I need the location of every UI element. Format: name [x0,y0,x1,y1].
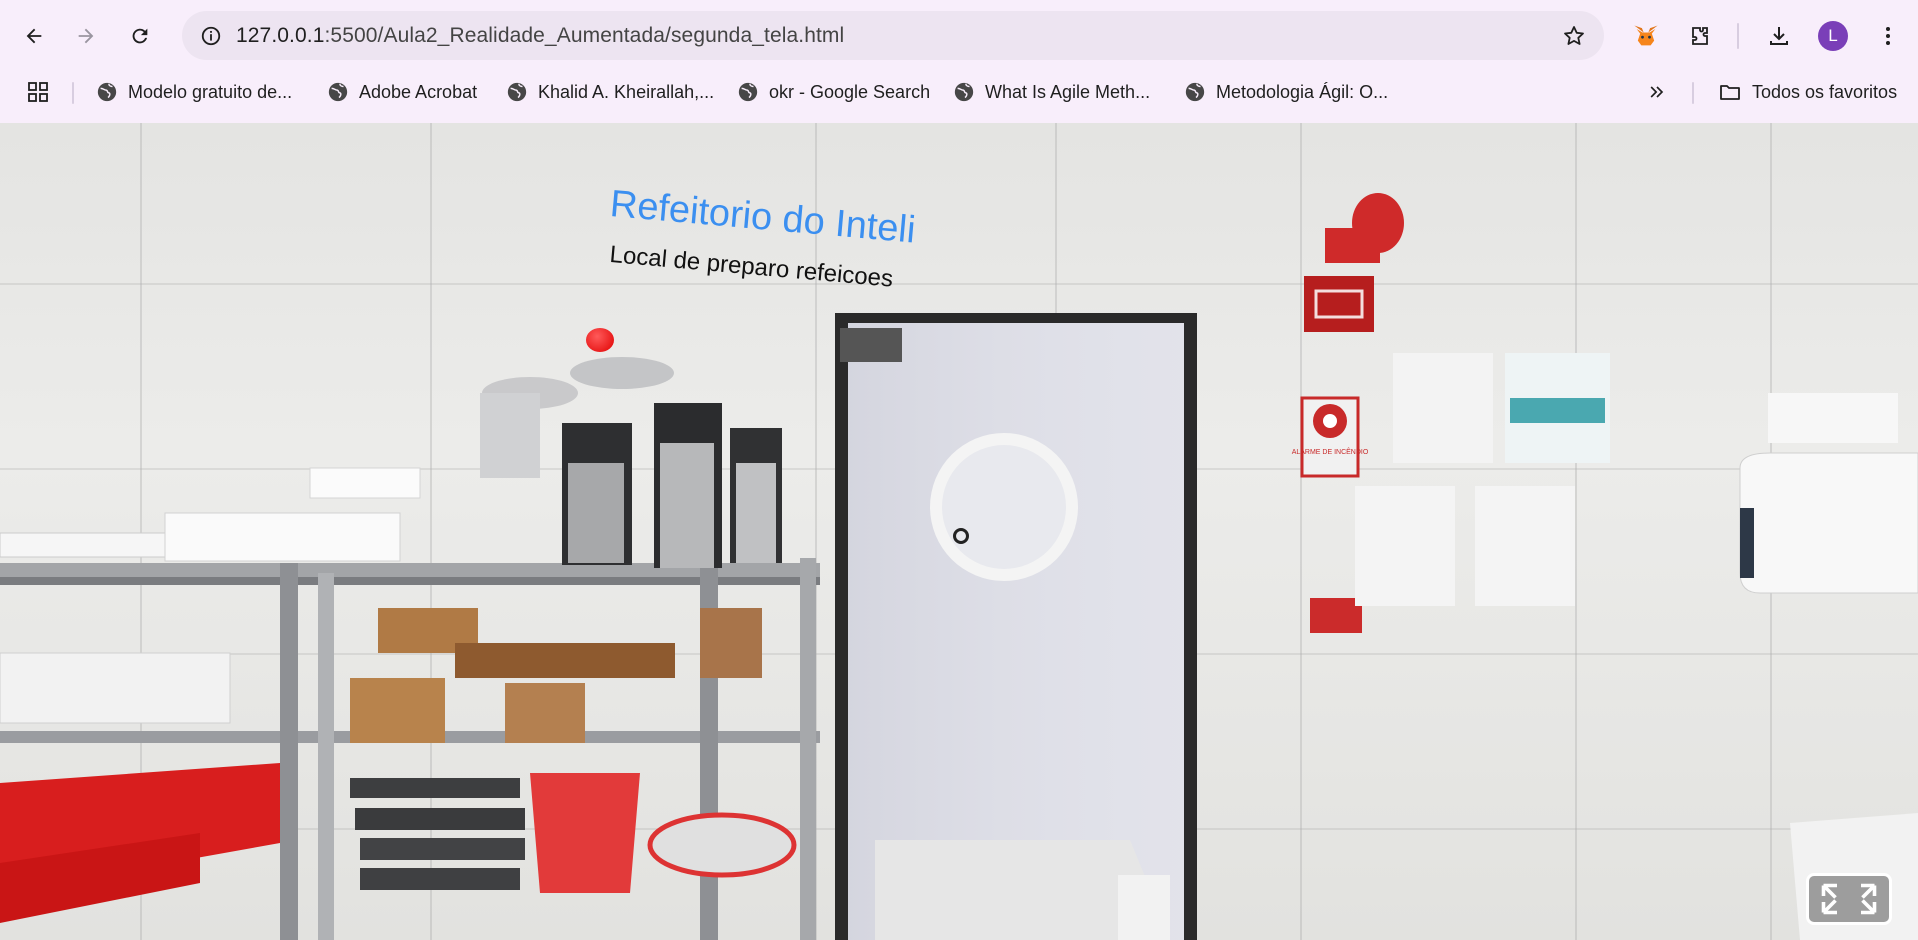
bookmark-label: Khalid A. Kheirallah,... [538,81,715,102]
arrow-right-icon [78,28,94,44]
bookmark-item[interactable]: Khalid A. Kheirallah,... [506,78,714,106]
download-icon [1770,27,1788,45]
arrow-left-icon [26,28,42,44]
more-bookmarks-button[interactable] [1647,78,1667,106]
bookmark-label: Modelo gratuito de... [128,81,293,102]
all-bookmarks-button[interactable]: Todos os favoritos [1718,78,1897,106]
reload-icon [132,28,148,44]
extensions-button[interactable] [1680,16,1720,56]
star-icon [1564,26,1584,45]
browser-menu-button[interactable] [1868,16,1908,56]
bookmarks-divider [72,82,74,104]
paper-towel-dispenser [1739,452,1918,940]
bookmark-item[interactable]: Modelo gratuito de... [96,78,292,106]
back-button[interactable] [14,16,54,56]
globe-icon [1185,82,1205,102]
bookmark-label: Metodologia Ágil: O... [1216,81,1389,102]
folder-icon [1720,85,1740,100]
bookmark-item[interactable]: Adobe Acrobat [327,78,477,106]
kebab-menu-icon [1886,27,1890,45]
profile-avatar[interactable]: L [1818,21,1848,51]
bookmark-label: What Is Agile Meth... [985,81,1151,102]
globe-icon [954,82,974,102]
reload-button[interactable] [120,16,160,56]
avatar-letter: L [1828,26,1838,45]
downloads-button[interactable] [1759,16,1799,56]
gaze-cursor [953,528,969,544]
bookmarks-bar: Modelo gratuito de... Adobe Acrobat Khal… [0,70,1918,112]
enter-vr-button[interactable] [1806,873,1892,925]
fullscreen-arrows-icon [1821,883,1877,915]
browser-chrome: 127.0.0.1:5500/Aula2_Realidade_Aumentada… [0,0,1918,123]
vr-scene-canvas[interactable]: ALARME DE INCÊNDIO Refeitorio do Inteli … [0,123,1918,940]
apps-button[interactable] [26,78,50,106]
bookmarks-divider [1692,82,1694,104]
address-bar[interactable]: 127.0.0.1:5500/Aula2_Realidade_Aumentada… [182,11,1604,60]
bookmark-label: okr - Google Search [769,81,931,102]
red-sphere-entity[interactable] [586,328,614,352]
site-info-button[interactable] [194,19,228,53]
bookmark-item[interactable]: okr - Google Search [737,78,930,106]
metamask-extension-button[interactable] [1626,16,1666,56]
url-host: 127.0.0.1 [236,24,325,47]
apps-grid-icon [28,82,48,102]
thermos-flasks [480,357,782,568]
globe-icon [507,82,527,102]
puzzle-icon [1692,27,1708,45]
url-path: :5500/Aula2_Realidade_Aumentada/segunda_… [324,24,845,47]
fire-alarm-sign-text: ALARME DE INCÊNDIO [1292,447,1369,456]
bookmark-item[interactable]: What Is Agile Meth... [953,78,1150,106]
all-bookmarks-label: Todos os favoritos [1752,81,1898,102]
toolbar-divider [1737,23,1739,49]
bookmark-label: Adobe Acrobat [359,81,478,102]
pans-stack [0,763,797,923]
url-text[interactable]: 127.0.0.1:5500/Aula2_Realidade_Aumentada… [236,24,844,48]
double-chevron-right-icon [1650,86,1664,98]
globe-icon [738,82,758,102]
kitchen-door [835,313,1197,940]
forward-button[interactable] [66,16,106,56]
info-icon [201,26,221,46]
bookmark-item[interactable]: Metodologia Ágil: O... [1184,78,1388,106]
bookmark-star-button[interactable] [1558,20,1590,52]
fox-icon [1634,25,1658,46]
globe-icon [328,82,348,102]
globe-icon [97,82,117,102]
